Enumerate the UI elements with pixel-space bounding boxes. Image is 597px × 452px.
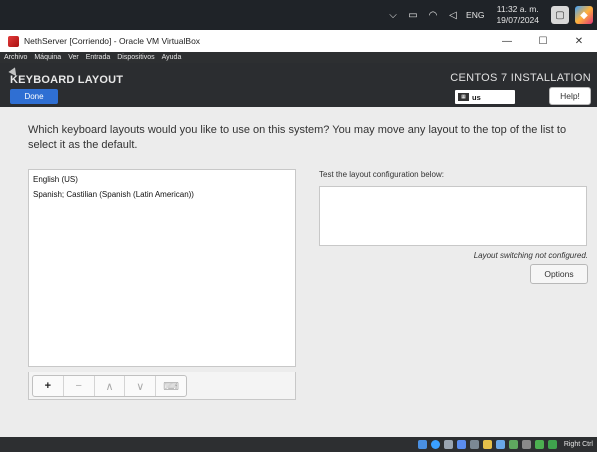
help-button[interactable]: Help! [549,87,591,105]
audio-icon[interactable] [443,440,453,449]
battery-icon[interactable]: ▭ [406,8,420,22]
list-item[interactable]: English (US) [29,172,295,187]
window-title: NethServer [Corriendo] - Oracle VM Virtu… [24,36,201,46]
system-tray: ⌵ ▭ ◠ ◁ ENG 11:32 a. m. 19/07/2024 ▢ ◆ [386,0,593,30]
keyboard-icon: ▦ [458,93,469,101]
language-indicator[interactable]: ENG [466,10,484,20]
menu-bar: Archivo Máquina Ver Entrada Dispositivos… [0,52,597,63]
shared-folders-icon[interactable] [482,440,492,449]
window-controls: — ☐ ✕ [489,30,597,52]
test-layout-input[interactable] [319,186,587,246]
test-layout-label: Test the layout configuration below: [319,170,444,179]
network-icon[interactable] [456,440,466,449]
menu-ayuda[interactable]: Ayuda [162,54,182,61]
vm-status-icons: Right Ctrl [417,438,593,451]
hard-disk-icon[interactable] [417,440,427,449]
page-title: KEYBOARD LAYOUT [10,74,124,86]
colorful-app-icon[interactable]: ◆ [575,6,593,24]
product-title: CENTOS 7 INSTALLATION [450,72,591,84]
remove-layout-button[interactable]: − [64,376,95,396]
menu-archivo[interactable]: Archivo [4,54,27,61]
maximize-button[interactable]: ☐ [525,30,561,52]
clock-time: 11:32 a. m. [496,4,539,14]
wifi-icon[interactable]: ◠ [426,8,440,22]
usb-icon[interactable] [469,440,479,449]
keyboard-indicator-label: us [472,92,481,102]
keyboard-capture-icon[interactable] [547,440,557,449]
virtualbox-app-icon [8,35,19,47]
keyboard-indicator[interactable]: ▦ us [455,90,515,104]
options-button[interactable]: Options [530,264,588,284]
main-content: Which keyboard layouts would you like to… [0,107,597,437]
preview-layout-button[interactable]: ⌨ [156,376,186,396]
chevron-up-icon[interactable]: ⌵ [386,8,400,22]
mouse-integration-icon[interactable] [534,440,544,449]
layout-tool-group: + − ∧ ∨ ⌨ [32,375,187,397]
vm-status-bar: Right Ctrl [0,437,597,452]
add-layout-button[interactable]: + [33,376,64,396]
move-up-button[interactable]: ∧ [95,376,126,396]
menu-dispositivos[interactable]: Dispositivos [117,54,154,61]
optical-drive-icon[interactable] [430,440,440,449]
move-down-button[interactable]: ∨ [125,376,157,396]
layout-list-toolbar: + − ∧ ∨ ⌨ [28,372,296,400]
menu-ver[interactable]: Ver [68,54,79,61]
minimize-button[interactable]: — [489,30,525,52]
cpu-icon[interactable] [521,440,531,449]
layout-switching-note: Layout switching not configured. [473,251,588,260]
notification-icon[interactable]: ▢ [551,6,569,24]
layout-question: Which keyboard layouts would you like to… [28,124,567,151]
layout-list[interactable]: English (US) Spanish; Castilian (Spanish… [28,169,296,367]
done-button[interactable]: Done [10,89,58,104]
menu-maquina[interactable]: Máquina [34,54,61,61]
menu-entrada[interactable]: Entrada [86,54,111,61]
speaker-icon[interactable]: ◁ [446,8,460,22]
list-item[interactable]: Spanish; Castilian (Spanish (Latin Ameri… [29,187,295,202]
host-key-label: Right Ctrl [563,441,593,448]
close-button[interactable]: ✕ [561,30,597,52]
window-title-bar: NethServer [Corriendo] - Oracle VM Virtu… [0,30,597,52]
recording-icon[interactable] [508,440,518,449]
clock-date: 19/07/2024 [496,15,539,25]
installer-header: KEYBOARD LAYOUT Done CENTOS 7 INSTALLATI… [0,63,597,107]
clock[interactable]: 11:32 a. m. 19/07/2024 [496,4,539,26]
screen: ⌵ ▭ ◠ ◁ ENG 11:32 a. m. 19/07/2024 ▢ ◆ N… [0,0,597,452]
display-icon[interactable] [495,440,505,449]
windows-taskbar: ⌵ ▭ ◠ ◁ ENG 11:32 a. m. 19/07/2024 ▢ ◆ [0,0,597,30]
